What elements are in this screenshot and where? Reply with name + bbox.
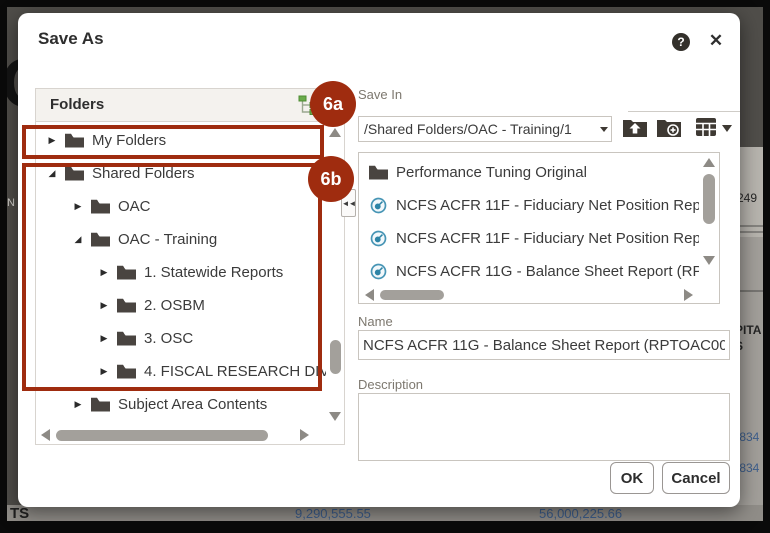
list-item-analysis[interactable]: NCFS ACFR 11G - Balance Sheet Report (RP (359, 255, 699, 287)
help-icon[interactable]: ? (672, 33, 690, 51)
folder-icon (65, 133, 84, 148)
tree-item-label: 1. Statewide Reports (144, 264, 283, 281)
background-number: 56,000,225.66 (539, 506, 622, 521)
folder-tree: ▶ My Folders ◢ Shared Folders ▶ OAC ◢ (36, 122, 326, 427)
tree-item-label: 2. OSBM (144, 297, 205, 314)
tree-item-1-statewide-reports[interactable]: ▶ 1. Statewide Reports (36, 256, 326, 289)
scroll-down-icon[interactable] (329, 412, 341, 421)
expand-arrow-icon[interactable]: ▶ (46, 135, 58, 146)
folder-plus-icon (656, 115, 682, 139)
analysis-icon (369, 263, 388, 280)
tree-item-label: 4. FISCAL RESEARCH DIV (144, 363, 326, 380)
save-in-label: Save In (358, 87, 402, 102)
new-folder-button[interactable] (656, 115, 682, 144)
scroll-up-icon[interactable] (329, 128, 341, 137)
divider (628, 111, 740, 112)
folder-content-list: Performance Tuning Original NCFS ACFR 11… (358, 152, 720, 304)
list-horizontal-scrollbar[interactable] (359, 287, 699, 303)
ok-button[interactable]: OK (610, 462, 654, 494)
tree-item-label: 3. OSC (144, 330, 193, 347)
scroll-right-icon[interactable] (300, 429, 309, 441)
callout-badge-6a: 6a (310, 81, 356, 127)
expand-arrow-icon[interactable]: ▶ (72, 399, 84, 410)
scrollbar-thumb[interactable] (330, 340, 341, 374)
view-type-button[interactable] (695, 117, 717, 142)
save-in-path-input[interactable] (358, 116, 612, 142)
folder-icon (117, 298, 136, 313)
up-one-level-button[interactable] (622, 115, 648, 144)
collapse-arrow-icon[interactable]: ◢ (46, 168, 58, 179)
file-rows: Performance Tuning Original NCFS ACFR 11… (359, 153, 699, 287)
tree-item-label: OAC - Training (118, 231, 217, 248)
double-left-chevron-icon: ◄◄ (342, 199, 356, 208)
folder-icon (91, 397, 110, 412)
scrollbar-thumb[interactable] (703, 174, 715, 224)
description-label: Description (358, 377, 423, 392)
list-item-label: Performance Tuning Original (396, 164, 587, 181)
tree-item-4-fiscal-research-div[interactable]: ▶ 4. FISCAL RESEARCH DIV (36, 355, 326, 388)
list-item-analysis[interactable]: NCFS ACFR 11F - Fiduciary Net Position R… (359, 222, 699, 255)
folder-icon (369, 165, 388, 180)
expand-arrow-icon[interactable]: ▶ (72, 201, 84, 212)
list-item-label: NCFS ACFR 11G - Balance Sheet Report (RP (396, 263, 699, 280)
scroll-up-icon[interactable] (703, 158, 715, 167)
path-dropdown-icon[interactable] (600, 127, 608, 132)
collapse-arrow-icon[interactable]: ◢ (72, 234, 84, 245)
analysis-icon (369, 230, 388, 247)
tree-item-label: Subject Area Contents (118, 396, 267, 413)
folder-icon (117, 265, 136, 280)
folders-panel-title: Folders (50, 89, 104, 121)
background-bottom-row (7, 505, 763, 521)
dialog-title: Save As (38, 29, 104, 49)
expand-arrow-icon[interactable]: ▶ (98, 333, 110, 344)
list-item-folder[interactable]: Performance Tuning Original (359, 156, 699, 189)
cancel-button[interactable]: Cancel (662, 462, 730, 494)
screenshot-frame: C N i 249 PITA S ,834 ,834 TS 9,290,555.… (0, 0, 770, 533)
folder-icon (91, 232, 110, 247)
description-textarea[interactable] (358, 393, 730, 461)
background-number: 9,290,555.55 (295, 506, 371, 521)
tree-horizontal-scrollbar[interactable] (36, 427, 326, 444)
list-item-analysis[interactable]: NCFS ACFR 11F - Fiduciary Net Position R… (359, 189, 699, 222)
tree-item-2-osbm[interactable]: ▶ 2. OSBM (36, 289, 326, 322)
tree-item-label: Shared Folders (92, 165, 195, 182)
background-number: 249 (737, 191, 757, 205)
tree-item-3-osc[interactable]: ▶ 3. OSC (36, 322, 326, 355)
expand-arrow-icon[interactable]: ▶ (98, 267, 110, 278)
tree-item-label: OAC (118, 198, 151, 215)
table-view-icon (695, 117, 717, 137)
folders-panel-header: Folders (36, 89, 344, 122)
tree-item-label: My Folders (92, 132, 166, 149)
scroll-right-icon[interactable] (684, 289, 693, 301)
folder-icon (117, 364, 136, 379)
list-item-label: NCFS ACFR 11F - Fiduciary Net Position R… (396, 230, 699, 247)
folder-icon (91, 199, 110, 214)
save-as-dialog: Save As ? ✕ Folders ▶ (18, 13, 740, 507)
folder-icon (117, 331, 136, 346)
name-input[interactable] (358, 330, 730, 360)
scrollbar-thumb[interactable] (56, 430, 268, 441)
tree-item-shared-folders[interactable]: ◢ Shared Folders (36, 157, 326, 190)
folder-icon (65, 166, 84, 181)
expand-arrow-icon[interactable]: ▶ (98, 300, 110, 311)
view-type-dropdown-icon[interactable] (722, 125, 732, 132)
name-label: Name (358, 314, 393, 329)
close-icon[interactable]: ✕ (706, 31, 726, 51)
folder-up-icon (622, 115, 648, 139)
list-item-label: NCFS ACFR 11F - Fiduciary Net Position R… (396, 197, 699, 214)
folders-panel: Folders ▶ My Folders ◢ (35, 88, 345, 445)
tree-item-subject-area-contents[interactable]: ▶ Subject Area Contents (36, 388, 326, 421)
callout-badge-6b: 6b (308, 156, 354, 202)
analysis-icon (369, 197, 388, 214)
tree-item-oac[interactable]: ▶ OAC (36, 190, 326, 223)
tree-item-my-folders[interactable]: ▶ My Folders (36, 124, 326, 157)
scroll-left-icon[interactable] (365, 289, 374, 301)
scrollbar-thumb[interactable] (380, 290, 444, 300)
tree-item-oac-training[interactable]: ◢ OAC - Training (36, 223, 326, 256)
background-text: TS (10, 505, 29, 521)
expand-arrow-icon[interactable]: ▶ (98, 366, 110, 377)
scroll-left-icon[interactable] (41, 429, 50, 441)
scroll-down-icon[interactable] (703, 256, 715, 265)
list-vertical-scrollbar[interactable] (699, 153, 719, 287)
